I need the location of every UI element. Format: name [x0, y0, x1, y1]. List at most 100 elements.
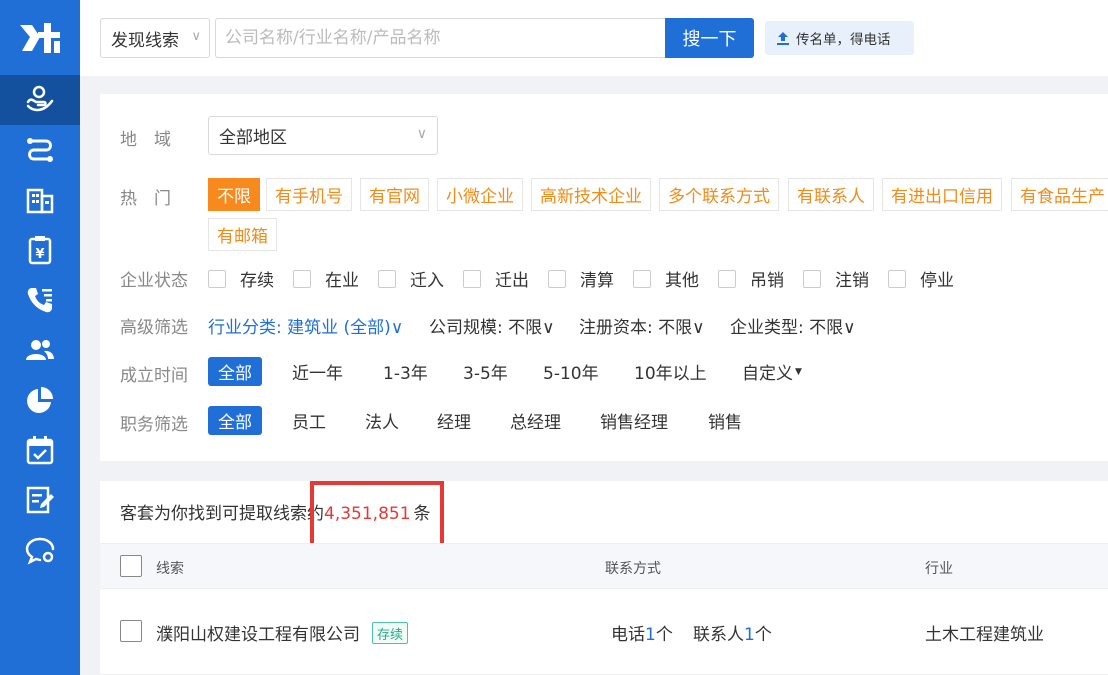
- industry-value: 土木工程建筑业: [925, 625, 1044, 645]
- building-icon: [26, 188, 54, 214]
- checkbox[interactable]: [463, 269, 481, 288]
- search-button[interactable]: 搜一下: [665, 18, 754, 58]
- row-checkbox[interactable]: [120, 620, 142, 642]
- chevron-down-icon: ∨: [692, 318, 705, 338]
- phone-count[interactable]: 电话1个: [611, 620, 673, 645]
- type-filter-label: 企业类型: 不限: [730, 318, 844, 338]
- position-label: 职务筛选: [120, 415, 188, 435]
- nav-team[interactable]: [0, 325, 80, 375]
- status-checkbox[interactable]: 其他: [633, 266, 699, 291]
- search-type-select[interactable]: 发现线索 ∨: [100, 18, 210, 58]
- column-header: 联系方式: [605, 561, 661, 577]
- nav-building[interactable]: [0, 175, 80, 225]
- status-option: 存续: [240, 271, 274, 291]
- contact-count[interactable]: 联系人1个: [693, 620, 772, 645]
- hot-tag[interactable]: 有食品生产: [1011, 178, 1108, 211]
- hot-tag[interactable]: 有联系人: [788, 178, 874, 211]
- status-checkbox[interactable]: 注销: [803, 266, 869, 291]
- select-all-checkbox[interactable]: [120, 555, 142, 577]
- status-checkbox[interactable]: 迁出: [463, 266, 529, 291]
- founded-option[interactable]: 全部: [208, 357, 262, 386]
- logo-icon[interactable]: [0, 0, 80, 75]
- nav-chart[interactable]: [0, 375, 80, 425]
- contact-number-count: 1: [744, 625, 755, 645]
- hot-tag[interactable]: 小微企业: [437, 178, 523, 211]
- status-checkbox[interactable]: 在业: [293, 266, 359, 291]
- position-option[interactable]: 销售经理: [590, 406, 678, 435]
- nav-edit[interactable]: [0, 475, 80, 525]
- table-header: 线索 联系方式 行业: [100, 543, 1108, 589]
- status-option: 在业: [325, 271, 359, 291]
- position-option[interactable]: 员工: [282, 406, 336, 435]
- nav-chat[interactable]: [0, 525, 80, 575]
- pie-chart-icon: [27, 387, 53, 413]
- hot-tag[interactable]: 高新技术企业: [531, 178, 651, 211]
- type-filter[interactable]: 企业类型: 不限∨: [730, 313, 856, 338]
- checkbox[interactable]: [548, 269, 566, 288]
- phone-label: 电话: [611, 625, 645, 645]
- hot-tag[interactable]: 有手机号: [266, 178, 352, 211]
- column-header: 行业: [925, 561, 953, 577]
- founded-option[interactable]: 10年以上: [624, 357, 717, 386]
- industry-filter[interactable]: 行业分类: 建筑业 (全部)∨: [208, 313, 403, 338]
- status-checkbox[interactable]: 停业: [888, 266, 954, 291]
- founded-option[interactable]: 3-5年: [453, 357, 518, 386]
- customer-icon: [26, 85, 54, 112]
- status-option: 清算: [580, 271, 614, 291]
- region-select[interactable]: 全部地区 ∨: [208, 116, 438, 155]
- phone-unit: 个: [655, 625, 673, 645]
- calendar-check-icon: [26, 436, 54, 465]
- founded-option[interactable]: 1-3年: [373, 357, 438, 386]
- founded-option[interactable]: 近一年: [282, 357, 353, 386]
- position-option[interactable]: 法人: [355, 406, 409, 435]
- status-option: 其他: [665, 271, 699, 291]
- checkbox[interactable]: [208, 269, 226, 288]
- checkbox[interactable]: [888, 269, 906, 288]
- table-row[interactable]: 濮阳山权建设工程有限公司 存续 电话1个 联系人1个 土木工程建筑业: [100, 589, 1108, 675]
- status-checkbox[interactable]: 存续: [208, 266, 274, 291]
- status-checkbox[interactable]: 迁入: [378, 266, 444, 291]
- nav-route[interactable]: [0, 125, 80, 175]
- advanced-label: 高级筛选: [120, 318, 188, 338]
- nav-phone[interactable]: [0, 275, 80, 325]
- chat-icon: [25, 537, 55, 565]
- route-icon: [27, 138, 53, 162]
- chevron-down-icon: ∨: [542, 318, 555, 338]
- upload-list-label: 传名单，得电话: [796, 32, 891, 48]
- checkbox[interactable]: [633, 269, 651, 288]
- position-option[interactable]: 销售: [698, 406, 752, 435]
- checkbox[interactable]: [718, 269, 736, 288]
- company-name[interactable]: 濮阳山权建设工程有限公司: [156, 620, 360, 645]
- nav-customer[interactable]: [0, 75, 80, 125]
- hot-tag[interactable]: 多个联系方式: [659, 178, 779, 211]
- hot-tag[interactable]: 有邮箱: [208, 218, 277, 251]
- checkbox[interactable]: [378, 269, 396, 288]
- filter-panel: 地 域 全部地区 ∨ 热 门 不限 有手机号 有官网 小微企业 高新技术企业 多…: [100, 94, 1108, 461]
- position-option[interactable]: 全部: [208, 406, 262, 435]
- nav-calendar[interactable]: [0, 425, 80, 475]
- founded-custom-label: 自定义: [742, 364, 793, 384]
- status-checkbox[interactable]: 吊销: [718, 266, 784, 291]
- position-option[interactable]: 经理: [427, 406, 481, 435]
- status-option: 吊销: [750, 271, 784, 291]
- scale-filter[interactable]: 公司规模: 不限∨: [429, 313, 555, 338]
- founded-custom[interactable]: 自定义 ▼: [732, 357, 812, 386]
- hot-tag[interactable]: 有进出口信用: [882, 178, 1002, 211]
- search-input[interactable]: [215, 18, 667, 58]
- checkbox[interactable]: [803, 269, 821, 288]
- upload-list-button[interactable]: 传名单，得电话: [765, 21, 914, 55]
- status-checkbox[interactable]: 清算: [548, 266, 614, 291]
- phone-icon: [27, 288, 52, 313]
- hot-label: 热 门: [120, 189, 171, 209]
- region-value: 全部地区: [219, 128, 287, 148]
- hot-tag[interactable]: 不限: [208, 178, 260, 211]
- hot-tag[interactable]: 有官网: [360, 178, 429, 211]
- position-option[interactable]: 总经理: [500, 406, 571, 435]
- capital-filter[interactable]: 注册资本: 不限∨: [579, 313, 705, 338]
- highlight-box: [310, 481, 444, 547]
- founded-option[interactable]: 5-10年: [533, 357, 609, 386]
- nav-receipt[interactable]: ¥: [0, 225, 80, 275]
- contact-unit: 个: [754, 625, 772, 645]
- caret-down-icon: ▼: [795, 366, 802, 377]
- checkbox[interactable]: [293, 269, 311, 288]
